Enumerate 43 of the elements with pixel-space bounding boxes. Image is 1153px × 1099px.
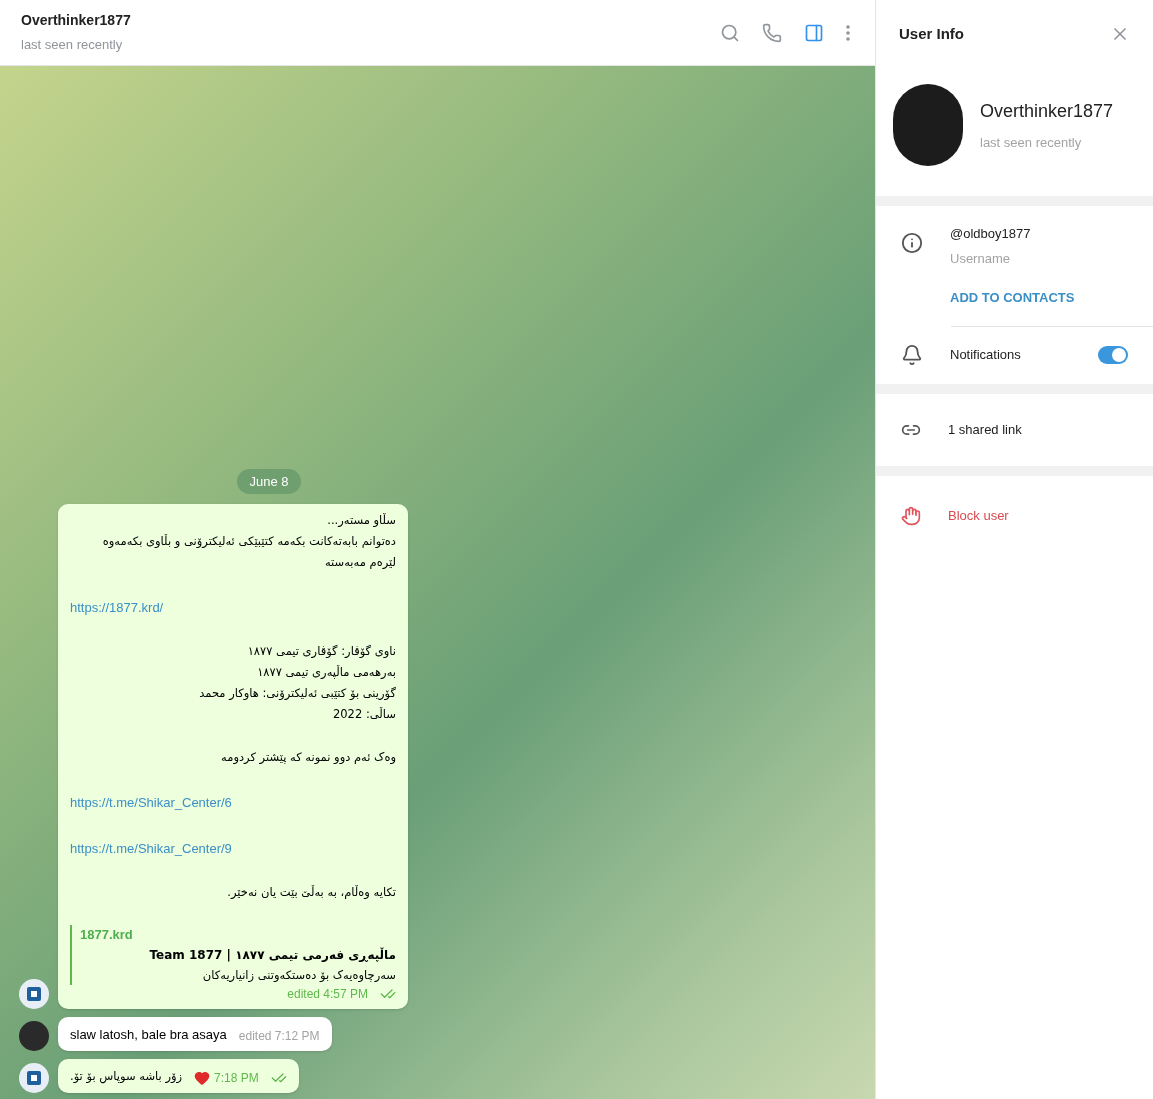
- notifications-label: Notifications: [950, 345, 1022, 364]
- message-text: ساڵی: 2022: [331, 706, 396, 723]
- message-time: 7:18 PM: [214, 1070, 259, 1087]
- chat-status: last seen recently: [21, 36, 124, 55]
- preview-description: سەرچاوەیەک بۆ دەستکەوتنی زانیاریەکان: [202, 967, 396, 984]
- preview-title: ماڵپەڕی فەرمی تیمی ١٨٧٧ | Team 1877: [148, 946, 396, 964]
- message-text: بەرهەمی ماڵپەری تیمی ١٨٧٧: [256, 664, 396, 681]
- profile-status: last seen recently: [980, 133, 1083, 152]
- profile-name: Overthinker1877: [980, 99, 1114, 123]
- message-text: slaw latosh, bale bra asaya: [70, 1026, 227, 1044]
- message-link[interactable]: https://1877.krd/: [70, 600, 164, 615]
- add-to-contacts-link[interactable]: ADD TO CONTACTS: [950, 288, 1075, 308]
- message-time: edited 7:12 PM: [238, 1028, 320, 1045]
- message-text: ناوی گۆڤار: گۆڤاری تیمی ١٨٧٧: [246, 643, 396, 660]
- search-icon: [720, 22, 740, 43]
- message-text: لێرەم مەبەستە: [323, 554, 396, 571]
- avatar-photo: [19, 1021, 49, 1051]
- preview-site: 1877.krd: [80, 926, 134, 944]
- username-label: Username: [950, 249, 1011, 268]
- message-time: edited 4:57 PM: [287, 986, 368, 1003]
- info-icon: [901, 232, 923, 254]
- message-text: گۆرینی بۆ کتێبی ئەلیکترۆنی: هاوکار محمد: [198, 685, 396, 702]
- notifications-toggle[interactable]: [1098, 345, 1128, 364]
- date-pill: June 8: [237, 468, 301, 494]
- message-text: سڵاو مستەر...: [326, 512, 396, 529]
- avatar-logo-icon: [19, 979, 49, 1009]
- message-text: زۆر باشە سوپاس بۆ تۆ.: [70, 1068, 183, 1086]
- message-link[interactable]: https://t.me/Shikar_Center/6: [70, 795, 232, 810]
- panel-title: User Info: [899, 23, 964, 44]
- more-icon: [846, 24, 850, 41]
- message-text: دەتوانم بابەتەکانت بکەمە کتێبێکی ئەلیکترۆنی و بڵاوی بکەمەوە: [101, 533, 396, 550]
- hand-icon: [901, 505, 921, 526]
- message-text: تکایە وەڵام، بە بەڵێ بێت یان نەخێر.: [226, 884, 396, 901]
- shared-links-item[interactable]: 1 shared link: [948, 419, 1022, 440]
- message-link[interactable]: https://t.me/Shikar_Center/9: [70, 841, 232, 856]
- bell-icon: [901, 343, 923, 366]
- avatar-logo-icon: [19, 1063, 49, 1093]
- block-user-button[interactable]: Block user: [948, 505, 1009, 526]
- side-panel-icon: [804, 22, 824, 43]
- message-text: وەک ئەم دوو نمونە کە پێشتر کردومە: [220, 749, 396, 766]
- chat-title: Overthinker1877: [21, 11, 131, 31]
- phone-icon: [762, 22, 782, 43]
- username-text: @oldboy1877: [950, 225, 1032, 243]
